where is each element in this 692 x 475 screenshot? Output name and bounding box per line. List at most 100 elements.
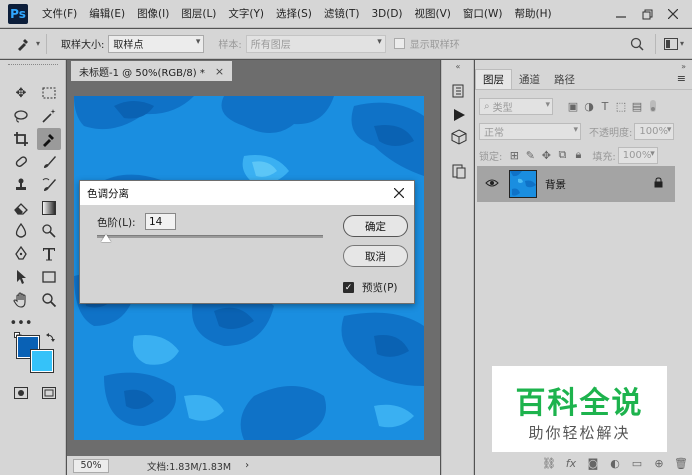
workspace-chevron-icon[interactable]: ▾ [680, 39, 684, 48]
filter-kind-select[interactable]: ⌕ 类型 [479, 97, 553, 115]
close-tab-icon[interactable]: × [215, 65, 224, 78]
link-layers-icon[interactable]: ⛓︎ [538, 457, 560, 470]
levels-slider-track[interactable] [97, 235, 323, 238]
close-icon[interactable] [390, 184, 408, 202]
toolbar-grip[interactable] [8, 64, 58, 66]
history-brush-tool-icon[interactable] [37, 174, 61, 196]
cancel-button[interactable]: 取消 [343, 245, 408, 267]
new-layer-icon[interactable]: ⊕ [648, 457, 670, 470]
path-selection-tool-icon[interactable] [9, 266, 33, 288]
quick-mask-icon[interactable] [9, 382, 33, 404]
background-color-swatch[interactable] [30, 349, 54, 373]
menu-file[interactable]: 文件(F) [36, 6, 83, 21]
lock-transparent-icon[interactable]: ⊞ [506, 149, 522, 162]
fill-field[interactable]: 100% [617, 146, 658, 164]
menu-image[interactable]: 图像(I) [131, 6, 175, 21]
layer-style-icon[interactable]: fx [560, 457, 582, 470]
actions-panel-icon[interactable] [450, 106, 468, 124]
more-tools-icon[interactable]: ••• [9, 312, 33, 334]
add-mask-icon[interactable]: ◙ [582, 457, 604, 470]
show-ring-label: 显示取样环 [409, 40, 460, 51]
lock-artboard-icon[interactable]: ⧉ [554, 148, 570, 162]
filter-shape-icon[interactable]: ⬚ [613, 100, 629, 113]
marquee-tool-icon[interactable] [37, 82, 61, 104]
separator [46, 33, 48, 54]
lock-all-icon[interactable]: 🔒︎ [570, 148, 586, 162]
menu-select[interactable]: 选择(S) [270, 6, 318, 21]
adjustment-layer-icon[interactable]: ◐ [604, 457, 626, 470]
preview-label: 预览(P) [362, 282, 398, 294]
screen-mode-icon[interactable] [37, 382, 61, 404]
menu-type[interactable]: 文字(Y) [222, 6, 270, 21]
type-tool-icon[interactable] [37, 243, 61, 265]
panel-menu-icon[interactable]: ≡ [677, 72, 692, 89]
filter-toggle-icon[interactable] [645, 100, 661, 112]
gradient-tool-icon[interactable] [37, 197, 61, 219]
brush-tool-icon[interactable] [37, 151, 61, 173]
clone-stamp-tool-icon[interactable] [9, 174, 33, 196]
filter-pixel-icon[interactable]: ▣ [565, 100, 581, 113]
pen-tool-icon[interactable] [9, 243, 33, 265]
levels-slider-thumb[interactable] [101, 234, 112, 242]
collapse-dock-icon[interactable]: « [446, 62, 470, 71]
blend-mode-select[interactable]: 正常 [479, 122, 581, 140]
menu-edit[interactable]: 编辑(E) [83, 6, 131, 21]
menu-view[interactable]: 视图(V) [409, 6, 457, 21]
swap-colors-icon[interactable] [46, 332, 56, 345]
healing-brush-tool-icon[interactable] [9, 151, 33, 173]
workspace-icon[interactable] [662, 37, 680, 50]
delete-layer-icon[interactable]: 🗑︎ [670, 457, 692, 470]
lasso-tool-icon[interactable] [9, 105, 33, 127]
layers-panel-tabs: 图层 通道 路径 ≡ [475, 68, 692, 90]
tab-layers[interactable]: 图层 [475, 69, 512, 89]
magic-wand-tool-icon[interactable] [37, 105, 61, 127]
ok-button[interactable]: 确定 [343, 215, 408, 237]
dodge-tool-icon[interactable] [37, 220, 61, 242]
menu-filter[interactable]: 滤镜(T) [318, 6, 366, 21]
tab-paths[interactable]: 路径 [547, 69, 582, 89]
sample-select[interactable]: 所有图层 [245, 34, 386, 53]
search-icon[interactable] [625, 37, 649, 51]
zoom-field[interactable]: 50% [73, 458, 109, 473]
show-ring-checkbox[interactable] [393, 38, 405, 49]
filter-smart-object-icon[interactable]: ▤ [629, 100, 645, 113]
lock-row: 锁定: ⊞ ✎ ✥ ⧉ 🔒︎ 填充: 100% [479, 144, 688, 166]
preview-checkbox[interactable]: ✓ [343, 282, 354, 293]
close-window-icon[interactable] [660, 4, 686, 24]
levels-input[interactable] [145, 213, 176, 230]
minimize-icon[interactable] [608, 4, 634, 24]
dialog-title-bar[interactable]: 色调分离 [80, 181, 414, 205]
layer-row-background[interactable]: 背景 [477, 166, 675, 202]
rectangle-tool-icon[interactable] [37, 266, 61, 288]
opacity-field[interactable]: 100% [634, 122, 675, 140]
sample-size-select[interactable]: 取样点 [108, 34, 205, 53]
menu-help[interactable]: 帮助(H) [509, 6, 558, 21]
3d-panel-icon[interactable] [450, 128, 468, 146]
menu-window[interactable]: 窗口(W) [457, 6, 509, 21]
filter-type-icon[interactable]: T [597, 100, 613, 113]
visibility-eye-icon[interactable] [485, 178, 499, 191]
document-tab[interactable]: 未标题-1 @ 50%(RGB/8) * × [71, 61, 233, 81]
filter-adjustment-icon[interactable]: ◑ [581, 100, 597, 113]
new-group-icon[interactable]: ▭ [626, 457, 648, 470]
move-tool-icon[interactable]: ✥ [9, 82, 33, 104]
eyedropper-tool-icon[interactable] [37, 128, 61, 150]
crop-tool-icon[interactable] [9, 128, 33, 150]
eraser-tool-icon[interactable] [9, 197, 33, 219]
zoom-tool-icon[interactable] [37, 289, 61, 311]
layer-filter-row: ⌕ 类型 ▣ ◑ T ⬚ ▤ [479, 95, 688, 117]
eyedropper-preset-icon[interactable] [10, 34, 36, 54]
history-panel-icon[interactable] [450, 82, 468, 100]
preset-chevron-icon[interactable]: ▾ [36, 39, 40, 48]
lock-position-icon[interactable]: ✥ [538, 149, 554, 162]
properties-panel-icon[interactable] [450, 162, 468, 180]
tab-channels[interactable]: 通道 [512, 69, 547, 89]
lock-image-icon[interactable]: ✎ [522, 149, 538, 162]
menu-3d[interactable]: 3D(D) [365, 8, 408, 20]
restore-icon[interactable] [634, 4, 660, 24]
hand-tool-icon[interactable] [9, 289, 33, 311]
menu-layer[interactable]: 图层(L) [175, 6, 222, 21]
panel-dock: « [441, 60, 474, 475]
status-arrow-icon[interactable]: › [245, 460, 249, 471]
blur-tool-icon[interactable] [9, 220, 33, 242]
